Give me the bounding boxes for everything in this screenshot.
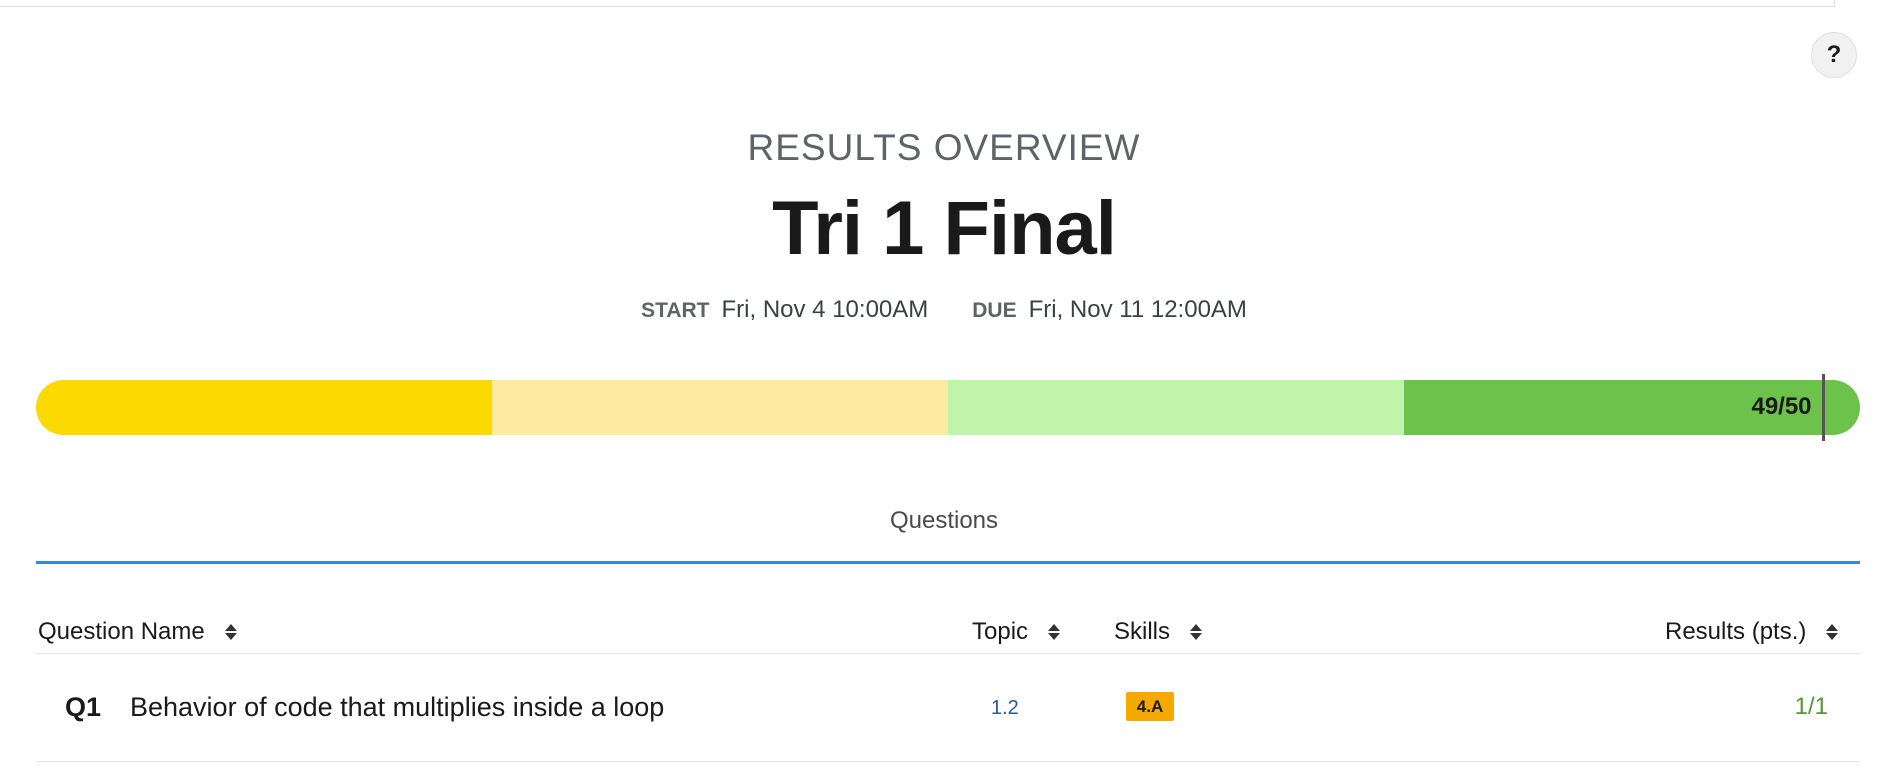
- column-header-skills[interactable]: Skills: [1114, 615, 1203, 649]
- progress-segment-1: [36, 380, 492, 435]
- result-score: 1/1: [1794, 693, 1828, 720]
- date-range: START Fri, Nov 4 10:00AM DUE Fri, Nov 11 12…: [0, 293, 1888, 328]
- score-marker: [1821, 374, 1825, 441]
- top-divider-tick: [1834, 0, 1835, 7]
- score-label: 49/50: [1751, 393, 1812, 420]
- progress-segment-3: [948, 380, 1404, 435]
- column-header-label: Results (pts.): [1665, 618, 1807, 645]
- table-row[interactable]: Q1 Behavior of code that multiplies insi…: [36, 654, 1860, 762]
- due-date: Fri, Nov 11 12:00AM: [1028, 296, 1247, 323]
- column-header-results[interactable]: Results (pts.): [1665, 615, 1839, 649]
- column-header-label: Topic: [972, 618, 1029, 645]
- topic-link[interactable]: 1.2: [991, 694, 1019, 722]
- sort-icon[interactable]: [1190, 624, 1203, 640]
- sort-icon[interactable]: [1048, 624, 1061, 640]
- column-header-question-name[interactable]: Question Name: [38, 615, 237, 649]
- results-overview-heading: RESULTS OVERVIEW: [747, 127, 1141, 168]
- help-button[interactable]: ?: [1811, 32, 1857, 78]
- page-title: Tri 1 Final: [772, 186, 1117, 271]
- column-header-label: Question Name: [38, 618, 205, 645]
- help-icon: ?: [1826, 41, 1842, 68]
- tab-questions[interactable]: Questions: [0, 504, 1888, 538]
- skill-badge: 4.A: [1126, 692, 1174, 721]
- score-progress-bar: [36, 380, 1860, 435]
- sort-icon[interactable]: [224, 624, 237, 640]
- progress-segment-2: [492, 380, 948, 435]
- due-label: DUE: [972, 299, 1017, 322]
- tab-questions-underline: [36, 561, 1860, 564]
- start-date: Fri, Nov 4 10:00AM: [721, 296, 929, 323]
- sort-icon[interactable]: [1826, 624, 1839, 640]
- top-divider: [0, 6, 1834, 7]
- column-header-label: Skills: [1114, 618, 1171, 645]
- question-name[interactable]: Behavior of code that multiplies inside …: [130, 690, 664, 724]
- column-header-topic[interactable]: Topic: [972, 615, 1061, 649]
- question-id: Q1: [65, 692, 102, 722]
- start-label: START: [641, 299, 710, 322]
